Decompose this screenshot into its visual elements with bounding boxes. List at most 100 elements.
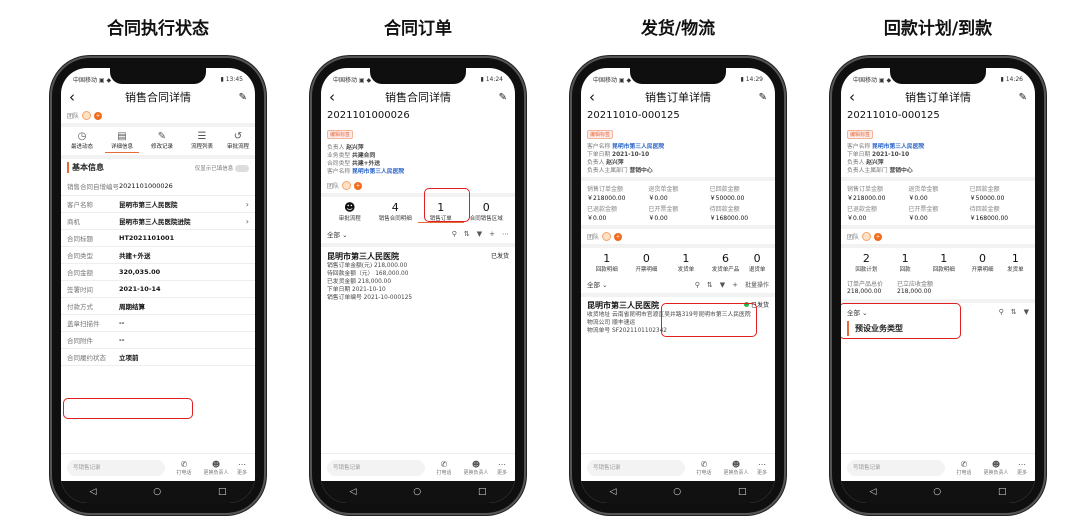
add-icon[interactable]: + xyxy=(489,230,495,238)
nav-home-icon[interactable]: ○ xyxy=(413,487,421,497)
nav-home-icon[interactable]: ○ xyxy=(153,487,161,497)
tab-process[interactable]: ☰ 流程列表 xyxy=(185,131,219,153)
change-owner-button[interactable]: ☻ 更换负责人 xyxy=(723,460,749,476)
more-button[interactable]: ⋯ 更多 xyxy=(1015,460,1029,476)
tab-detail[interactable]: ▤ 详细信息 xyxy=(105,131,139,153)
toggle-switch[interactable] xyxy=(235,164,249,172)
tab-return-note[interactable]: 0 退货单 xyxy=(745,252,769,273)
tab-approval[interactable]: ☻ 审批流程 xyxy=(327,201,373,223)
sales-record-input[interactable]: 写销售记录 xyxy=(327,459,425,476)
filter-dropdown[interactable]: 全部 ⌄ xyxy=(587,279,608,289)
edit-icon[interactable]: ✎ xyxy=(753,92,767,103)
field-row: 合同标题 HT2021101001 xyxy=(61,230,255,247)
tab-payment-plan[interactable]: 2 回款计划 xyxy=(847,252,886,273)
filter-icon[interactable]: ▼ xyxy=(1024,308,1029,316)
field-row[interactable]: 客户名称 昆明市第三人民医院 › xyxy=(61,196,255,213)
edit-tag-button[interactable]: 编辑标签 xyxy=(847,130,874,139)
add-icon[interactable]: + xyxy=(732,281,738,289)
sales-record-input[interactable]: 写销售记录 xyxy=(67,459,165,476)
nav-home-icon[interactable]: ○ xyxy=(933,487,941,497)
call-button[interactable]: ✆ 打电话 xyxy=(171,460,197,476)
edit-icon[interactable]: ✎ xyxy=(493,92,507,103)
tab-payment-detail[interactable]: 1 回款明细 xyxy=(587,252,627,273)
tab-history[interactable]: ✎ 修改记录 xyxy=(145,131,179,153)
add-member-icon[interactable]: + xyxy=(94,111,103,120)
tab-payment-detail[interactable]: 1 回款明细 xyxy=(924,252,963,273)
back-icon[interactable]: ‹ xyxy=(849,88,863,106)
back-icon[interactable]: ‹ xyxy=(69,88,83,106)
order-card[interactable]: 昆明市第三人民医院 已发货 销售订单金额(元) 218,000.00 待回款金额… xyxy=(321,247,515,306)
avatar xyxy=(342,181,352,190)
tab-invoice-detail[interactable]: 0 开票明细 xyxy=(963,252,1002,273)
tab-invoice-detail[interactable]: 0 开票明细 xyxy=(627,252,667,273)
change-owner-button[interactable]: ☻ 更换负责人 xyxy=(203,460,229,476)
tab-approval[interactable]: ↺ 审批流程 xyxy=(225,131,251,153)
team-row[interactable]: 团队 + xyxy=(581,229,775,244)
call-button[interactable]: ✆ 打电话 xyxy=(951,460,977,476)
sales-record-input[interactable]: 写销售记录 xyxy=(587,459,685,476)
nav-recent-icon[interactable]: □ xyxy=(738,487,747,497)
nav-back-icon[interactable]: ◁ xyxy=(869,487,876,497)
nav-back-icon[interactable]: ◁ xyxy=(609,487,616,497)
team-row[interactable]: 团队 + xyxy=(841,229,1035,244)
tab-delivery-products[interactable]: 6 发货单产品 xyxy=(706,252,746,273)
call-button[interactable]: ✆ 打电话 xyxy=(691,460,717,476)
nav-home-icon[interactable]: ○ xyxy=(673,487,681,497)
edit-icon[interactable]: ✎ xyxy=(233,92,247,103)
team-row[interactable]: 团队 + xyxy=(61,108,255,123)
call-button[interactable]: ✆ 打电话 xyxy=(431,460,457,476)
tab-delivery-note[interactable]: 1 发货单 xyxy=(1002,252,1029,273)
team-row[interactable]: 团队 + xyxy=(321,178,515,193)
edit-tag-button[interactable]: 编辑标签 xyxy=(327,130,354,139)
change-owner-button[interactable]: ☻ 更换负责人 xyxy=(983,460,1009,476)
nav-back-icon[interactable]: ◁ xyxy=(89,487,96,497)
show-filled-toggle[interactable]: 仅显示已填信息 xyxy=(195,164,249,172)
nav-back-icon[interactable]: ◁ xyxy=(349,487,356,497)
notch xyxy=(110,68,206,84)
sort-icon[interactable]: ⇅ xyxy=(464,230,470,238)
tab-sales-region[interactable]: 0 合同销售区域 xyxy=(464,201,510,223)
header-info: 20211010-000125 编辑标签 客户名称 昆明市第三人民医院 下单日期… xyxy=(841,108,1035,177)
add-member-icon[interactable]: + xyxy=(354,181,363,190)
info-key: 客户名称 xyxy=(327,169,351,175)
nav-recent-icon[interactable]: □ xyxy=(478,487,487,497)
sort-icon[interactable]: ⇅ xyxy=(707,281,713,289)
back-icon[interactable]: ‹ xyxy=(329,88,343,106)
add-member-icon[interactable]: + xyxy=(874,232,883,241)
nav-recent-icon[interactable]: □ xyxy=(218,487,227,497)
tab-recent[interactable]: ◷ 最进动态 xyxy=(65,131,99,153)
batch-button[interactable]: 批量操作 xyxy=(745,282,769,289)
search-icon[interactable]: ⚲ xyxy=(695,281,700,289)
search-icon[interactable]: ⚲ xyxy=(999,308,1004,316)
process-icon: ☰ xyxy=(197,131,207,142)
search-icon[interactable]: ⚲ xyxy=(452,230,457,238)
sales-record-input[interactable]: 写销售记录 xyxy=(847,459,945,476)
amount-label: 已开票金额 xyxy=(908,206,939,213)
filter-dropdown[interactable]: 全部 ⌄ xyxy=(327,229,348,239)
card-line: 待回款金额（元） 168,000.00 xyxy=(327,271,409,277)
edit-icon[interactable]: ✎ xyxy=(1013,92,1027,103)
nav-recent-icon[interactable]: □ xyxy=(998,487,1007,497)
tab-count: 0 xyxy=(753,252,761,265)
customer-link[interactable]: 昆明市第三人民医院 xyxy=(872,144,924,150)
more-button[interactable]: ⋯ 更多 xyxy=(495,460,509,476)
field-row[interactable]: 商机 昆明市第三人民医院进院 › xyxy=(61,213,255,230)
tab-label: 回款 xyxy=(899,267,911,273)
filter-icon[interactable]: ▼ xyxy=(477,230,482,238)
more-button[interactable]: ⋯ 更多 xyxy=(755,460,769,476)
more-button[interactable]: ⋯ 更多 xyxy=(235,460,249,476)
customer-link[interactable]: 昆明市第三人民医院 xyxy=(352,169,404,175)
tab-payment[interactable]: 1 回款 xyxy=(886,252,925,273)
edit-tag-button[interactable]: 编辑标签 xyxy=(587,130,614,139)
filter-icon[interactable]: ▼ xyxy=(720,281,725,289)
tab-delivery-note[interactable]: 1 发货单 xyxy=(666,252,706,273)
back-icon[interactable]: ‹ xyxy=(589,88,603,106)
avatar xyxy=(602,232,612,241)
add-member-icon[interactable]: + xyxy=(614,232,623,241)
tab-contract-detail[interactable]: 4 销售合同明细 xyxy=(373,201,419,223)
sort-icon[interactable]: ⇅ xyxy=(1011,308,1017,316)
more-icon[interactable]: ⋯ xyxy=(502,230,509,238)
customer-link[interactable]: 昆明市第三人民医院 xyxy=(612,144,664,150)
section-title: 基本信息 xyxy=(67,162,104,173)
change-owner-button[interactable]: ☻ 更换负责人 xyxy=(463,460,489,476)
